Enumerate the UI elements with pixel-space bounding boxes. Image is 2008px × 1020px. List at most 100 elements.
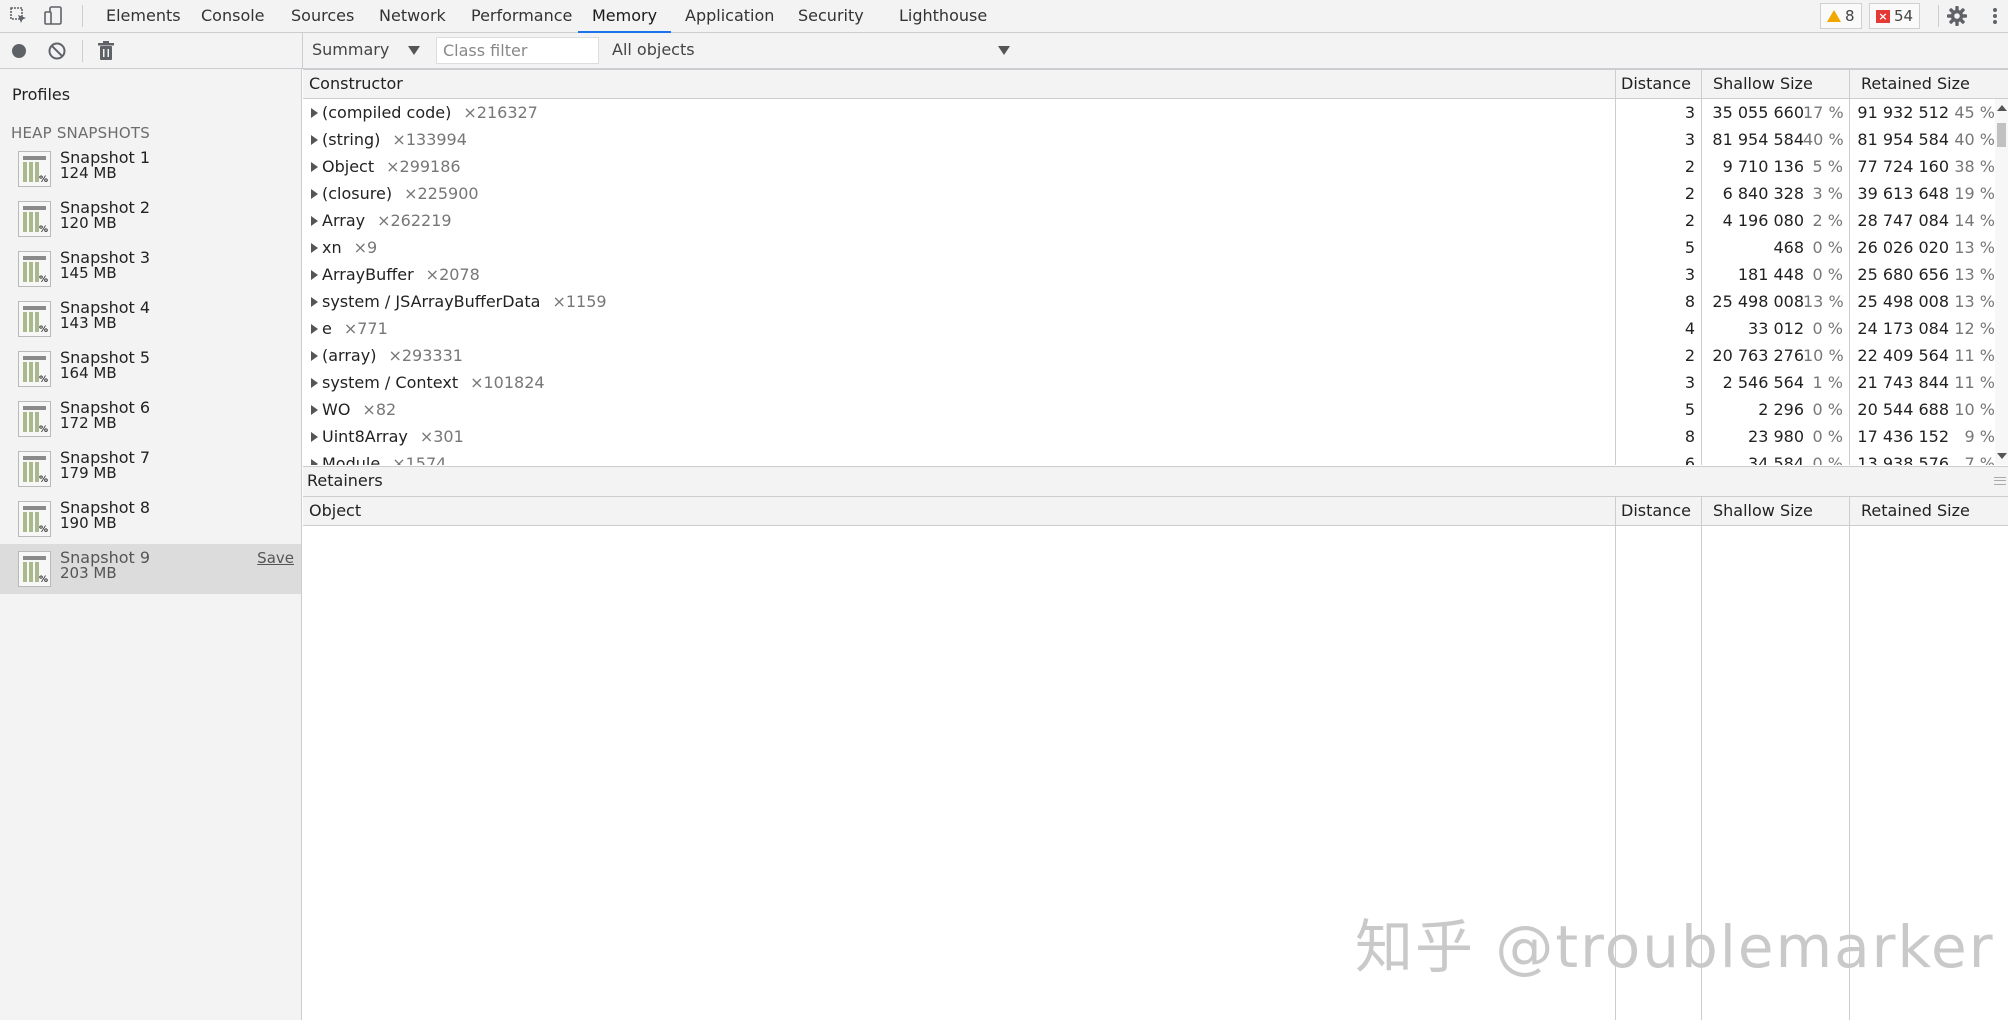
table-row[interactable]: Array ×262219 2 4 196 080 2 % 28 747 084 14 % [303,207,1998,234]
shallow-size-percent: 3 % [1812,184,1843,203]
expand-triangle-icon[interactable] [311,351,318,361]
view-select[interactable]: Summary [304,37,428,63]
retained-size-value: 81 954 584 [1857,130,1949,149]
table-row[interactable]: (string) ×133994 3 81 954 584 40 % 81 954 584… [303,126,1998,153]
retained-size-percent: 9 % [1964,427,1995,446]
table-row[interactable]: (closure) ×225900 2 6 840 328 3 % 39 613 648 1… [303,180,1998,207]
scrollbar-thumb[interactable] [1997,123,2006,147]
table-row[interactable]: Module ×1574 6 34 584 0 % 13 938 576 7 % [303,450,1998,465]
tab-performance[interactable]: Performance [471,0,572,33]
collect-garbage-trash-icon[interactable] [95,40,117,62]
clear-all-profiles-icon[interactable] [46,40,68,62]
table-row[interactable]: e ×771 4 33 012 0 % 24 173 084 12 % [303,315,1998,342]
retained-size-value: 25 680 656 [1857,265,1949,284]
expand-triangle-icon[interactable] [311,270,318,280]
tab-lighthouse[interactable]: Lighthouse [899,0,987,33]
table-row[interactable]: Object ×299186 2 9 710 136 5 % 77 724 160 38 % [303,153,1998,180]
table-row[interactable]: Uint8Array ×301 8 23 980 0 % 17 436 152 9 % [303,423,1998,450]
expand-triangle-icon[interactable] [311,432,318,442]
shallow-size-value: 33 012 [1748,319,1804,338]
save-snapshot-link[interactable]: Save [257,549,294,567]
summary-scrollbar[interactable] [1995,99,2008,465]
tab-application[interactable]: Application [685,0,774,33]
tab-memory[interactable]: Memory [578,0,672,33]
more-options-icon[interactable] [1984,5,2006,27]
expand-triangle-icon[interactable] [311,162,318,172]
snapshot-item[interactable]: % Snapshot 6 172 MB [0,394,301,444]
snapshot-item[interactable]: % Snapshot 4 143 MB [0,294,301,344]
snapshot-item[interactable]: % Snapshot 3 145 MB [0,244,301,294]
shallow-size-value: 23 980 [1748,427,1804,446]
table-row[interactable]: system / JSArrayBufferData ×1159 8 25 498 0… [303,288,1998,315]
device-toolbar-icon[interactable] [42,5,64,27]
distance-value: 8 [1684,292,1695,311]
retained-size-percent: 45 % [1954,103,1995,122]
expand-triangle-icon[interactable] [311,189,318,199]
retained-size-percent: 13 % [1954,292,1995,311]
column-header-distance[interactable]: Distance [1615,497,1691,526]
retained-size-value: 26 026 020 [1857,238,1949,257]
tab-elements[interactable]: Elements [106,0,181,33]
expand-triangle-icon[interactable] [311,324,318,334]
snapshot-item[interactable]: % Snapshot 5 164 MB [0,344,301,394]
snapshot-item[interactable]: % Snapshot 8 190 MB [0,494,301,544]
tab-console[interactable]: Console [201,0,265,33]
retainers-title: Retainers [307,471,383,490]
column-divider [1849,497,1850,526]
table-row[interactable]: xn ×9 5 468 0 % 26 026 020 13 % [303,234,1998,261]
errors-badge[interactable]: × 54 [1869,3,1921,29]
constructor-name: Module [322,454,381,465]
table-row[interactable]: system / Context ×101824 3 2 546 564 1 % 21 7… [303,369,1998,396]
resize-handle-icon[interactable] [1994,477,2006,485]
expand-triangle-icon[interactable] [311,297,318,307]
table-row[interactable]: ArrayBuffer ×2078 3 181 448 0 % 25 680 656 13 … [303,261,1998,288]
warnings-badge[interactable]: 8 [1820,3,1862,29]
heap-snapshot-icon: % [18,351,51,387]
column-header-object[interactable]: Object [303,497,361,526]
instance-count: ×225900 [404,184,479,203]
class-filter-input[interactable] [436,37,599,64]
shallow-size-percent: 0 % [1812,238,1843,257]
table-row[interactable]: (compiled code) ×216327 3 35 055 660 17 % 91 … [303,99,1998,126]
heap-snapshots-section-title: HEAP SNAPSHOTS [11,124,150,142]
column-header-distance[interactable]: Distance [1615,70,1691,99]
constructor-name: Object [322,157,375,176]
summary-grid-header: Constructor Distance Shallow Size Retain… [303,69,2008,99]
snapshot-item[interactable]: % Snapshot 7 179 MB [0,444,301,494]
column-header-retained-size[interactable]: Retained Size [1855,497,1970,526]
expand-triangle-icon[interactable] [311,405,318,415]
column-header-shallow-size[interactable]: Shallow Size [1707,70,1813,99]
devtools-tab-bar: Elements Console Sources Network Perform… [0,0,2008,33]
settings-gear-icon[interactable] [1946,5,1968,27]
tab-network[interactable]: Network [379,0,446,33]
snapshot-item[interactable]: % Snapshot 1 124 MB [0,144,301,194]
shallow-size-percent: 0 % [1812,265,1843,284]
expand-triangle-icon[interactable] [311,378,318,388]
retainers-panel-header[interactable]: Retainers [303,466,2008,496]
expand-triangle-icon[interactable] [311,135,318,145]
heap-snapshot-icon: % [18,151,51,187]
inspect-element-icon[interactable] [8,5,30,27]
expand-triangle-icon[interactable] [311,216,318,226]
shallow-size-percent: 2 % [1812,211,1843,230]
expand-triangle-icon[interactable] [311,243,318,253]
column-header-retained-size[interactable]: Retained Size [1855,70,1970,99]
scroll-down-arrow-icon[interactable] [1997,453,2007,459]
table-row[interactable]: (array) ×293331 2 20 763 276 10 % 22 409 564 1… [303,342,1998,369]
expand-triangle-icon[interactable] [311,459,318,465]
shallow-size-value: 9 710 136 [1722,157,1804,176]
record-heap-snapshot-icon[interactable] [8,40,30,62]
expand-triangle-icon[interactable] [311,108,318,118]
errors-count: 54 [1894,7,1914,25]
tab-security[interactable]: Security [798,0,864,33]
tab-sources[interactable]: Sources [291,0,354,33]
column-header-shallow-size[interactable]: Shallow Size [1707,497,1813,526]
snapshot-item[interactable]: % Snapshot 9 203 MB Save [0,544,301,594]
objects-filter-select[interactable]: All objects [604,37,1016,63]
column-header-constructor[interactable]: Constructor [303,70,403,99]
snapshot-item[interactable]: % Snapshot 2 120 MB [0,194,301,244]
instance-count: ×262219 [377,211,452,230]
table-row[interactable]: WO ×82 5 2 296 0 % 20 544 688 10 % [303,396,1998,423]
scroll-up-arrow-icon[interactable] [1997,105,2007,111]
retained-size-percent: 7 % [1964,454,1995,465]
